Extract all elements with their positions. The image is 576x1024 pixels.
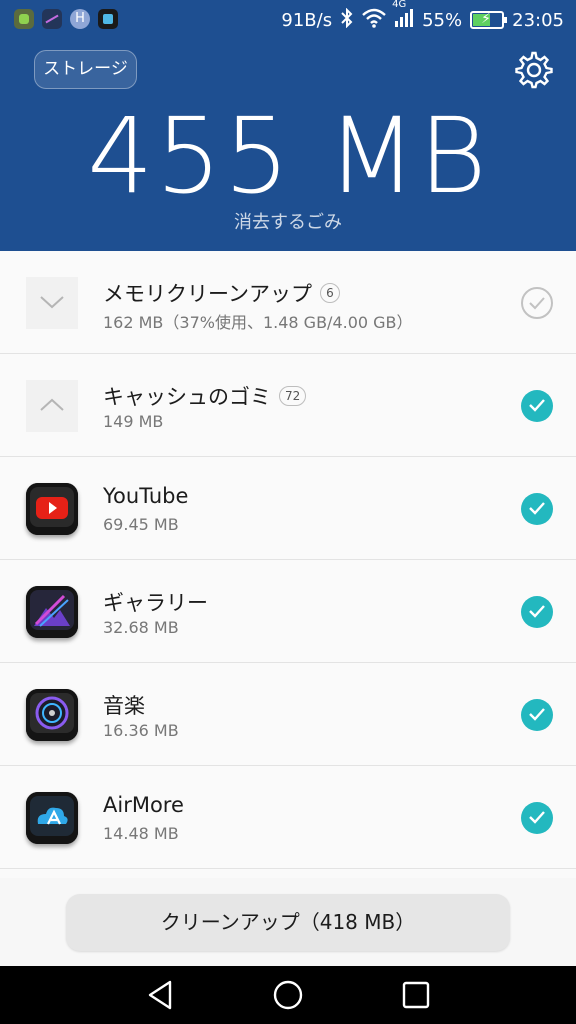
storage-button[interactable]: ストレージ [34,50,137,89]
checkbox-checked[interactable] [521,699,553,731]
row-title-text: AirMore [103,793,184,817]
junk-list: メモリクリーンアップ 6 162 MB（37%使用、1.48 GB/4.00 G… [0,251,576,878]
back-icon[interactable] [144,978,178,1012]
junk-amount: 455 MB [87,95,489,217]
list-item-gallery[interactable]: ギャラリー 32.68 MB [0,560,576,663]
recents-icon[interactable] [399,978,433,1012]
chevron-down-icon[interactable] [26,277,78,329]
row-title-text: ギャラリー [103,591,208,615]
row-subtitle: 149 MB [103,412,164,431]
row-subtitle: 69.45 MB [103,515,179,534]
navigation-bar [0,966,576,1024]
action-area: クリーンアップ（418 MB） [0,878,576,966]
list-item-airmore[interactable]: AirMore 14.48 MB [0,766,576,869]
h-app-icon: H [70,9,90,29]
android-app-icon [14,9,34,29]
wifi-icon [362,8,386,33]
list-item-memory-cleanup[interactable]: メモリクリーンアップ 6 162 MB（37%使用、1.48 GB/4.00 G… [0,251,576,354]
checkbox-checked[interactable] [521,390,553,422]
checkbox-checked[interactable] [521,493,553,525]
cleanup-button[interactable]: クリーンアップ（418 MB） [66,894,510,951]
list-item-cache-junk[interactable]: キャッシュのゴミ 72 149 MB [0,354,576,457]
cellular-signal-icon: 4G [392,0,414,33]
junk-label: 消去するごみ [234,212,342,233]
airmore-icon [26,792,78,844]
bluetooth-icon [340,7,354,33]
row-title: YouTube [103,484,188,508]
list-item-partial [0,869,576,878]
row-title: ギャラリー [103,587,208,617]
youtube-icon [26,483,78,535]
net-speed: 91B/s [281,9,333,31]
media-app-icon [98,9,118,29]
clock: 23:05 [512,9,564,31]
checkbox-checked[interactable] [521,596,553,628]
battery-icon: ⚡ [470,11,508,29]
row-title: AirMore [103,793,184,817]
row-title-text: YouTube [103,484,189,508]
status-right: 91B/s 4G 55% ⚡ 23:05 [281,0,564,33]
network-type: 4G [392,0,407,10]
gallery-app-icon [42,9,62,29]
row-title: メモリクリーンアップ 6 [103,278,340,308]
count-badge: 72 [279,386,307,406]
checkbox-unchecked[interactable] [521,287,553,319]
settings-gear-icon[interactable] [514,50,554,90]
row-title-text: メモリクリーンアップ [103,282,312,306]
count-badge: 6 [319,283,340,303]
row-subtitle: 162 MB（37%使用、1.48 GB/4.00 GB） [103,313,413,332]
row-subtitle: 32.68 MB [103,618,179,637]
list-item-music[interactable]: 音楽 16.36 MB [0,663,576,766]
chevron-up-icon[interactable] [26,380,78,432]
gallery-icon [26,586,78,638]
home-icon[interactable] [271,978,305,1012]
status-bar: H 91B/s 4G 55% ⚡ 23:05 [0,0,576,40]
list-item-youtube[interactable]: YouTube 69.45 MB [0,457,576,560]
row-title-text: キャッシュのゴミ [103,385,271,409]
row-subtitle: 16.36 MB [103,721,179,740]
row-title-text: 音楽 [103,694,145,718]
checkbox-checked[interactable] [521,802,553,834]
battery-percent: 55% [422,9,463,31]
row-subtitle: 14.48 MB [103,824,179,843]
music-icon [26,689,78,741]
row-title: 音楽 [103,690,145,720]
header: H 91B/s 4G 55% ⚡ 23:05 ストレージ 455 MB 消去する… [0,0,576,251]
row-title: キャッシュのゴミ 72 [103,381,307,411]
